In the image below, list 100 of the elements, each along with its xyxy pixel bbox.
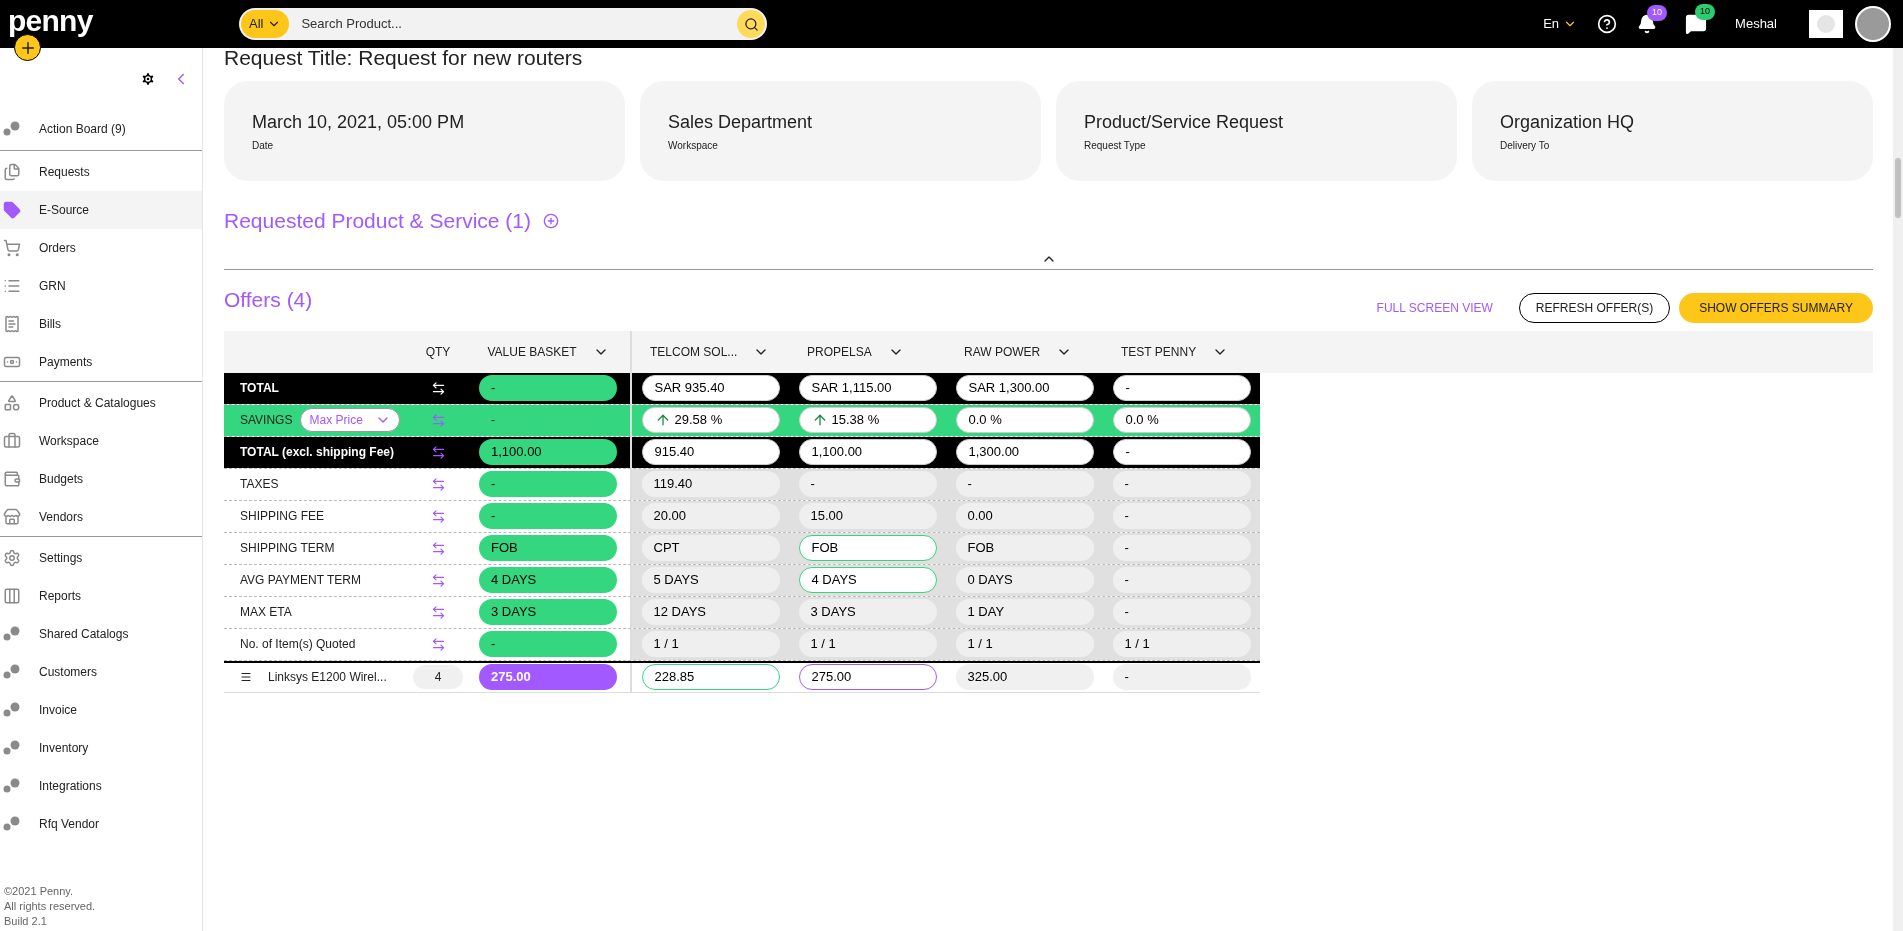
settings-icon[interactable] xyxy=(140,71,156,87)
sidebar-item[interactable]: Bills xyxy=(0,305,202,343)
card-label: Delivery To xyxy=(1500,139,1551,153)
value-pill: - xyxy=(1112,535,1251,561)
shapes-icon xyxy=(3,394,21,412)
value-pill: - xyxy=(798,471,937,497)
value-pill: 1 / 1 xyxy=(798,631,937,657)
sidebar-item[interactable]: Vendors xyxy=(0,498,202,536)
request-title: Request Title: Request for new routers xyxy=(224,47,584,68)
column-header[interactable]: TEST PENNY xyxy=(1121,342,1229,361)
help-icon[interactable] xyxy=(1597,14,1618,34)
row-label: No. of Item(s) Quoted xyxy=(240,636,356,653)
card-label: Date xyxy=(252,139,275,153)
row-label: SAVINGS xyxy=(240,412,293,429)
sidebar-item[interactable]: Reports xyxy=(0,577,202,615)
value-pill: 4 DAYS xyxy=(479,567,617,593)
value-pill: FOB xyxy=(955,535,1094,561)
sidebar-item[interactable]: Budgets xyxy=(0,460,202,498)
sidebar-item[interactable]: Requests xyxy=(0,153,202,191)
scrollbar-thumb[interactable] xyxy=(1895,158,1901,218)
search-scope-dropdown[interactable]: All xyxy=(241,10,290,38)
wallet-icon xyxy=(3,470,21,488)
sidebar-item[interactable]: Orders xyxy=(0,229,202,267)
language-dropdown[interactable]: En xyxy=(1543,14,1578,34)
column-header[interactable]: PROPELSA xyxy=(807,342,904,361)
value-pill: 1,100.00 xyxy=(479,439,617,465)
list-icon xyxy=(3,277,21,295)
value-pill: 1 / 1 xyxy=(955,631,1094,657)
swap-icon[interactable] xyxy=(430,380,446,396)
price-dropdown[interactable]: Max Price xyxy=(300,408,400,432)
row-label: AVG PAYMENT TERM xyxy=(240,572,361,589)
value-pill: 0.0 % xyxy=(955,407,1094,433)
column-header[interactable]: RAW POWER xyxy=(964,342,1073,361)
sidebar-item[interactable]: Inventory xyxy=(0,729,202,767)
card-value: Organization HQ xyxy=(1500,111,1636,134)
column-header[interactable]: TELCOM SOL... xyxy=(650,342,770,361)
value-pill: 15.38 % xyxy=(798,407,937,433)
value-pill: - xyxy=(1112,567,1251,593)
value-pill: 275.00 xyxy=(798,664,937,690)
sidebar-item[interactable]: Customers xyxy=(0,653,202,691)
search-button[interactable] xyxy=(737,10,765,38)
value-pill: 228.85 xyxy=(641,664,780,690)
value-pill: 3 DAYS xyxy=(479,599,617,625)
value-pill: 1 DAY xyxy=(955,599,1094,625)
row-label: TOTAL xyxy=(240,380,279,397)
value-pill: - xyxy=(1112,375,1251,401)
sidebar-item[interactable]: GRN xyxy=(0,267,202,305)
footer-text: Build 2.1 xyxy=(4,914,48,929)
avatar[interactable] xyxy=(1855,6,1891,42)
footer-text: All rights reserved. xyxy=(4,899,97,914)
full-screen-link[interactable]: FULL SCREEN VIEW xyxy=(1376,298,1493,317)
search-field[interactable]: All Search Product... xyxy=(239,8,767,40)
notification-badge: 10 xyxy=(1647,5,1668,21)
sidebar-item[interactable]: Invoice xyxy=(0,691,202,729)
value-pill: 119.40 xyxy=(641,471,780,497)
card-value: Sales Department xyxy=(668,111,814,134)
dots-icon xyxy=(3,702,21,718)
value-pill: 915.40 xyxy=(641,439,780,465)
value-pill: SAR 1,300.00 xyxy=(955,375,1094,401)
value-pill: 0.00 xyxy=(955,503,1094,529)
sidebar-item[interactable]: E-Source xyxy=(0,191,202,229)
sidebar-item[interactable]: Action Board (9) xyxy=(0,110,202,148)
add-icon[interactable] xyxy=(543,212,559,229)
column-header: QTY xyxy=(425,343,451,361)
value-pill: 1,300.00 xyxy=(955,439,1094,465)
sidebar-item[interactable]: Rfq Vendor xyxy=(0,805,202,843)
value-pill: 0.0 % xyxy=(1112,407,1251,433)
value-pill: 29.58 % xyxy=(641,407,780,433)
value-pill: - xyxy=(1112,503,1251,529)
logo[interactable]: penny xyxy=(8,0,228,43)
value-pill: 15.00 xyxy=(798,503,937,529)
column-header[interactable]: VALUE BASKET xyxy=(487,342,609,361)
card-label: Workspace xyxy=(668,139,719,153)
dots-icon xyxy=(3,816,21,832)
sidebar-item[interactable]: Shared Catalogs xyxy=(0,615,202,653)
sidebar-item[interactable]: Settings xyxy=(0,539,202,577)
value-pill: 1,100.00 xyxy=(798,439,937,465)
sidebar-item[interactable]: Integrations xyxy=(0,767,202,805)
briefcase-icon xyxy=(3,432,21,450)
value-pill: - xyxy=(1112,471,1251,497)
dots-icon xyxy=(3,664,21,680)
card-value: Product/Service Request xyxy=(1084,111,1285,134)
sidebar-item[interactable]: Payments xyxy=(0,343,202,381)
offers-summary-button[interactable]: SHOW OFFERS SUMMARY xyxy=(1679,292,1873,323)
value-pill: SAR 1,115.00 xyxy=(798,375,937,401)
value-pill: FOB xyxy=(798,535,937,561)
row-label: TAXES xyxy=(240,476,279,493)
value-pill: SAR 935.40 xyxy=(641,375,780,401)
drag-handle-icon[interactable] xyxy=(240,671,252,683)
value-pill: 3 DAYS xyxy=(798,599,937,625)
card-label: Request Type xyxy=(1084,139,1147,153)
basket-value: - xyxy=(490,412,496,429)
value-pill: - xyxy=(1112,439,1251,465)
sidebar-item[interactable]: Workspace xyxy=(0,422,202,460)
value-pill: 1 / 1 xyxy=(641,631,780,657)
sidebar-item[interactable]: Product & Catalogues xyxy=(0,384,202,422)
notification-icon[interactable] xyxy=(1637,14,1658,34)
company-logo xyxy=(1809,10,1843,38)
settings-icon xyxy=(3,549,21,567)
dots-icon xyxy=(3,626,21,642)
